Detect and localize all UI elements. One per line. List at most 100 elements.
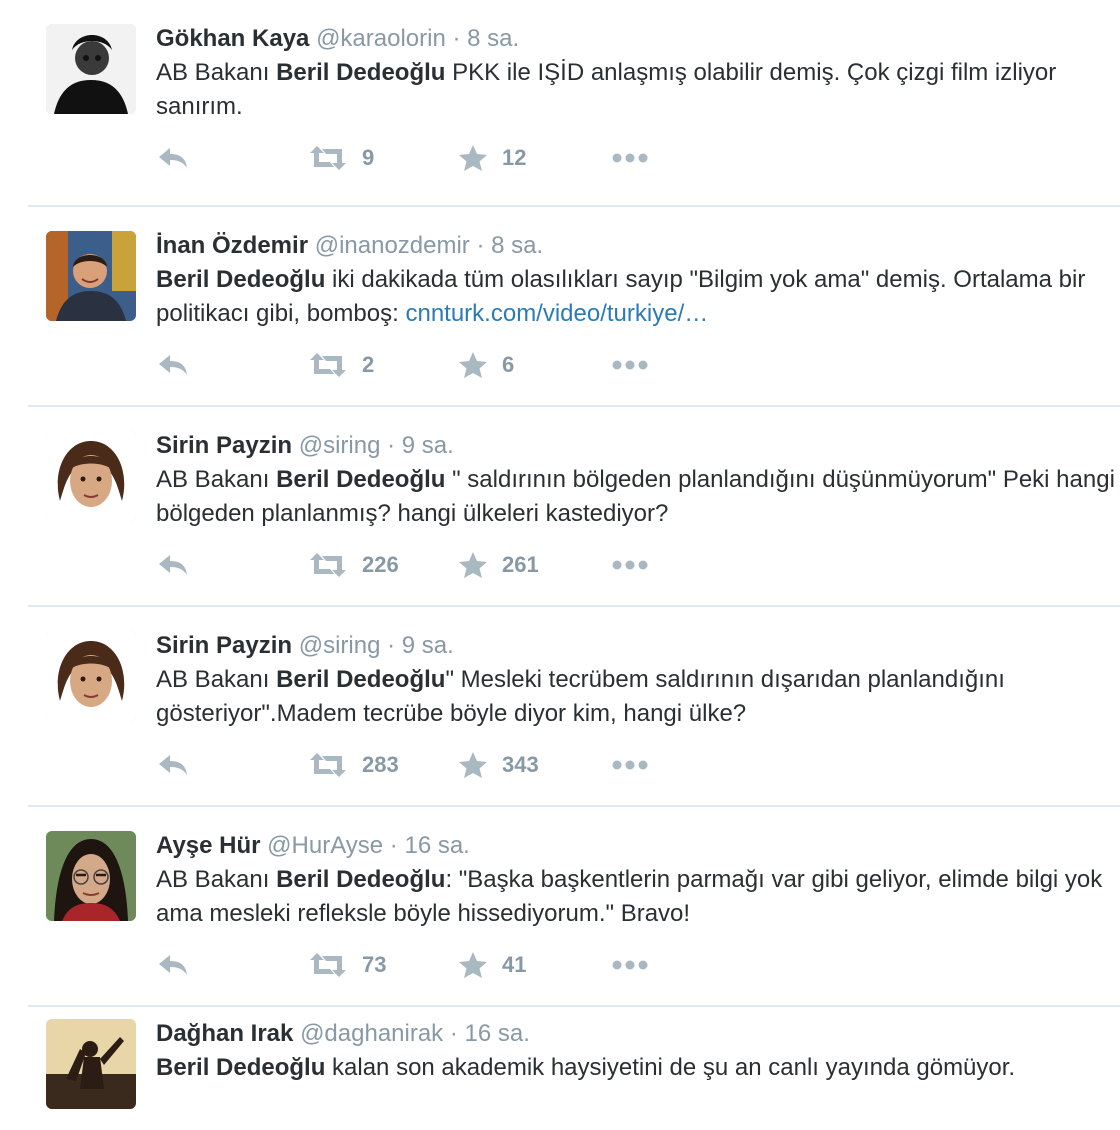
star-icon: [459, 952, 487, 978]
more-options-button[interactable]: [611, 350, 649, 380]
tweet-text: Beril Dedeoğlu kalan son akademik haysiy…: [156, 1051, 1120, 1085]
tweet-text-part: AB Bakanı: [156, 666, 277, 693]
avatar[interactable]: [46, 24, 136, 114]
reply-icon: [159, 148, 187, 168]
tweet-link[interactable]: cnnturk.com/video/turkiye/…: [405, 300, 708, 327]
tweet: Sirin Payzin @siring · 9 sa. AB Bakanı B…: [28, 607, 1120, 807]
favorite-button[interactable]: 41: [458, 950, 526, 980]
avatar[interactable]: [46, 831, 136, 921]
star-icon: [459, 352, 487, 378]
reply-icon: [159, 755, 187, 775]
mention-name: Beril Dedeoğlu: [276, 466, 446, 493]
retweet-button[interactable]: 73: [308, 950, 386, 980]
favorite-count: 6: [502, 352, 515, 377]
tweet: Ayşe Hür @HurAyse · 16 sa. AB Bakanı Ber…: [28, 807, 1120, 1007]
author-name[interactable]: Sirin Payzin: [156, 432, 292, 459]
meta-separator: ·: [387, 432, 396, 459]
star-icon: [459, 145, 487, 171]
retweet-icon: [310, 753, 346, 777]
avatar[interactable]: [46, 431, 136, 521]
tweet-text-part: AB Bakanı: [156, 59, 277, 86]
retweet-icon: [310, 146, 346, 170]
retweet-icon: [310, 953, 346, 977]
avatar[interactable]: [46, 631, 136, 721]
meta-separator: ·: [387, 632, 396, 659]
author-name[interactable]: Dağhan Irak: [156, 1020, 293, 1047]
more-dots-icon: [612, 560, 648, 570]
tweet-time[interactable]: 9 sa.: [402, 632, 454, 659]
tweet: İnan Özdemir @inanozdemir · 8 sa. Beril …: [28, 207, 1120, 407]
favorite-button[interactable]: 261: [458, 550, 539, 580]
mention-name: Beril Dedeoğlu: [276, 866, 446, 893]
mention-name: Beril Dedeoğlu: [276, 666, 446, 693]
more-options-button[interactable]: [611, 550, 649, 580]
reply-button[interactable]: [156, 143, 190, 173]
tweet-text-part: AB Bakanı: [156, 466, 277, 493]
tweet-time[interactable]: 16 sa.: [465, 1020, 530, 1047]
reply-icon: [159, 355, 187, 375]
reply-button[interactable]: [156, 350, 190, 380]
tweet-text: AB Bakanı Beril Dedeoğlu PKK ile IŞİD an…: [156, 56, 1120, 124]
retweet-button[interactable]: 2: [308, 350, 374, 380]
more-options-button[interactable]: [611, 750, 649, 780]
retweet-count: 283: [362, 752, 399, 777]
more-dots-icon: [612, 360, 648, 370]
retweet-button[interactable]: 226: [308, 550, 399, 580]
star-icon: [459, 552, 487, 578]
tweet-text: AB Bakanı Beril Dedeoğlu " saldırının bö…: [156, 463, 1120, 531]
meta-separator: ·: [389, 832, 398, 859]
reply-button[interactable]: [156, 550, 190, 580]
star-icon: [459, 752, 487, 778]
author-name[interactable]: İnan Özdemir: [156, 232, 308, 259]
more-options-button[interactable]: [611, 950, 649, 980]
retweet-icon: [310, 553, 346, 577]
tweet-actions: 73 41: [156, 950, 756, 980]
more-dots-icon: [612, 153, 648, 163]
favorite-button[interactable]: 6: [458, 350, 514, 380]
tweet-actions: 2 6: [156, 350, 756, 380]
retweet-count: 2: [362, 352, 375, 377]
retweet-button[interactable]: 9: [308, 143, 374, 173]
author-handle[interactable]: @daghanirak: [300, 1020, 443, 1047]
meta-separator: ·: [452, 25, 461, 52]
author-handle[interactable]: @siring: [299, 432, 381, 459]
tweet-time[interactable]: 16 sa.: [404, 832, 469, 859]
author-handle[interactable]: @karaolorin: [316, 25, 446, 52]
tweet-text: AB Bakanı Beril Dedeoğlu" Mesleki tecrüb…: [156, 663, 1120, 731]
tweet-actions: 226 261: [156, 550, 756, 580]
mention-name: Beril Dedeoğlu: [156, 1054, 326, 1081]
tweet-time[interactable]: 9 sa.: [402, 432, 454, 459]
tweet-time[interactable]: 8 sa.: [491, 232, 543, 259]
retweet-count: 9: [362, 145, 375, 170]
more-dots-icon: [612, 960, 648, 970]
reply-button[interactable]: [156, 750, 190, 780]
reply-button[interactable]: [156, 950, 190, 980]
tweet-actions: 283 343: [156, 750, 756, 780]
avatar[interactable]: [46, 1019, 136, 1109]
author-name[interactable]: Sirin Payzin: [156, 632, 292, 659]
tweet: Sirin Payzin @siring · 9 sa. AB Bakanı B…: [28, 407, 1120, 607]
retweet-icon: [310, 353, 346, 377]
favorite-button[interactable]: 12: [458, 143, 526, 173]
tweet-actions: 9 12: [156, 143, 756, 173]
author-name[interactable]: Ayşe Hür: [156, 832, 260, 859]
tweet: Dağhan Irak @daghanirak · 16 sa. Beril D…: [28, 1007, 1120, 1130]
author-handle[interactable]: @siring: [299, 632, 381, 659]
meta-separator: ·: [449, 1020, 458, 1047]
author-name[interactable]: Gökhan Kaya: [156, 25, 309, 52]
favorite-button[interactable]: 343: [458, 750, 539, 780]
avatar[interactable]: [46, 231, 136, 321]
retweet-count: 73: [362, 952, 387, 977]
reply-icon: [159, 555, 187, 575]
meta-separator: ·: [476, 232, 485, 259]
tweet-text-part: kalan son akademik haysiyetini de şu an …: [325, 1054, 1016, 1081]
retweet-button[interactable]: 283: [308, 750, 399, 780]
favorite-count: 261: [502, 552, 539, 577]
author-handle[interactable]: @inanozdemir: [315, 232, 470, 259]
tweet-time[interactable]: 8 sa.: [467, 25, 519, 52]
author-handle[interactable]: @HurAyse: [267, 832, 383, 859]
more-options-button[interactable]: [611, 143, 649, 173]
favorite-count: 343: [502, 752, 539, 777]
favorite-count: 12: [502, 145, 527, 170]
tweet-text: Beril Dedeoğlu iki dakikada tüm olasılık…: [156, 263, 1120, 331]
